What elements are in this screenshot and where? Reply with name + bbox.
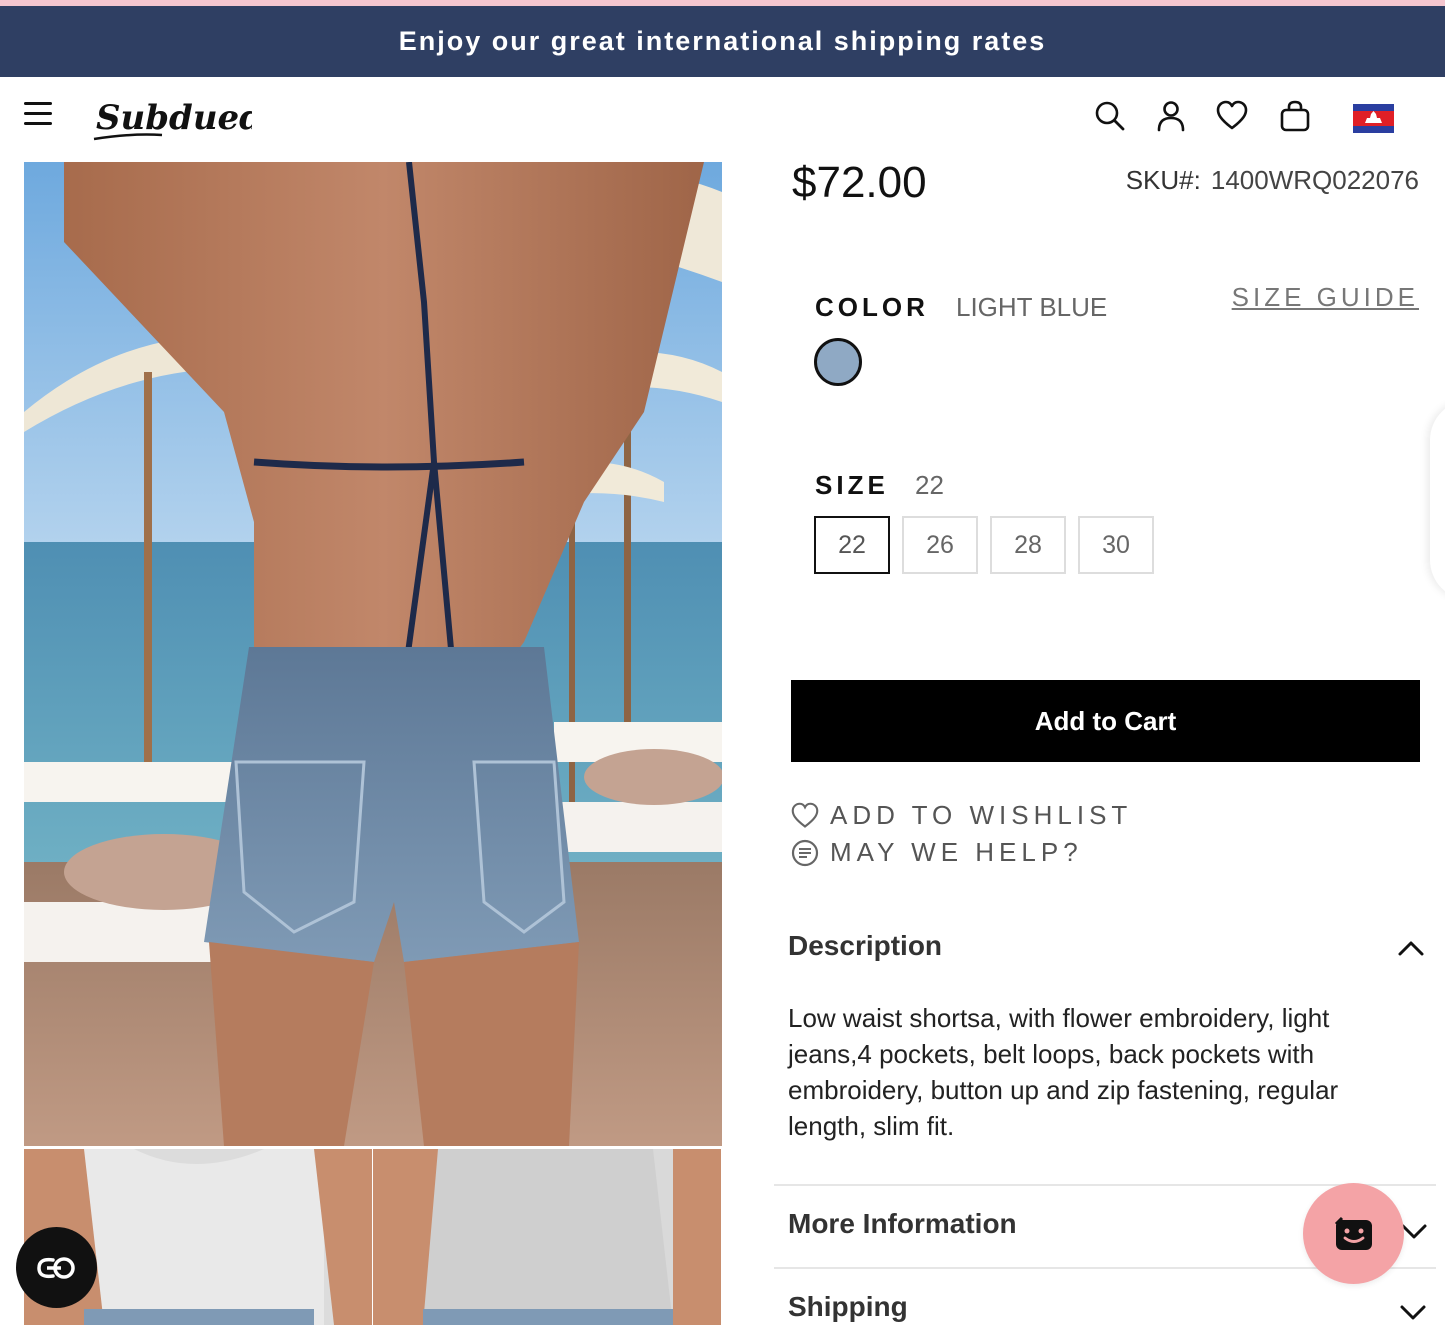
product-thumbnail-2[interactable] [373,1149,721,1325]
size-label: SIZE [815,470,889,500]
menu-icon[interactable] [24,102,52,128]
sku-label: SKU#: [1125,165,1201,195]
sku-value: 1400WRQ022076 [1210,165,1419,195]
chat-help-icon [791,839,819,866]
smiley-bag-icon [1334,1216,1372,1250]
may-we-help-link[interactable]: MAY WE HELP? [790,837,1083,868]
product-main-image[interactable] [24,162,722,1146]
promo-banner: Enjoy our great international shipping r… [0,6,1445,77]
brand-logo[interactable]: Subdued [92,87,252,147]
chevron-down-icon[interactable] [1399,1303,1427,1323]
wishlist-heart-icon[interactable] [1215,99,1249,133]
shipping-accordion-title[interactable]: Shipping [788,1291,908,1323]
add-to-cart-button[interactable]: Add to Cart [791,680,1420,762]
color-label: COLOR [815,292,929,322]
heart-outline-icon [791,802,819,828]
chat-widget-button[interactable] [1303,1183,1404,1284]
size-option-26[interactable]: 26 [902,516,978,574]
svg-text:Subdued: Subdued [96,98,252,138]
add-to-wishlist-link[interactable]: ADD TO WISHLIST [790,800,1132,831]
wishlist-label: ADD TO WISHLIST [830,800,1133,830]
color-value: LIGHT BLUE [956,292,1108,322]
product-price: $72.00 [792,158,927,207]
search-icon[interactable] [1093,99,1127,133]
size-option-28[interactable]: 28 [990,516,1066,574]
co-logo-icon [36,1256,75,1279]
size-option-30[interactable]: 30 [1078,516,1154,574]
chevron-down-icon[interactable] [1400,1222,1428,1242]
description-text: Low waist shortsa, with flower embroider… [788,1003,1339,1141]
help-label: MAY WE HELP? [830,837,1083,867]
site-header: Subdued [0,77,1445,162]
description-accordion-title[interactable]: Description [788,930,942,962]
account-icon[interactable] [1154,99,1188,133]
more-info-accordion-title[interactable]: More Information [788,1208,1017,1240]
cambodia-flag-icon[interactable] [1353,104,1394,133]
chevron-up-icon[interactable] [1397,938,1425,958]
side-feedback-tab[interactable] [1430,400,1445,600]
accessibility-widget-button[interactable] [16,1227,97,1308]
size-guide-link[interactable]: SIZE GUIDE [1232,282,1419,313]
color-swatch-light-blue[interactable] [814,338,862,386]
size-value: 22 [915,470,944,500]
product-sku: SKU#: 1400WRQ022076 [1126,165,1419,196]
promo-text: Enjoy our great international shipping r… [398,26,1047,56]
size-option-22[interactable]: 22 [814,516,890,574]
shopping-bag-icon[interactable] [1278,99,1312,133]
